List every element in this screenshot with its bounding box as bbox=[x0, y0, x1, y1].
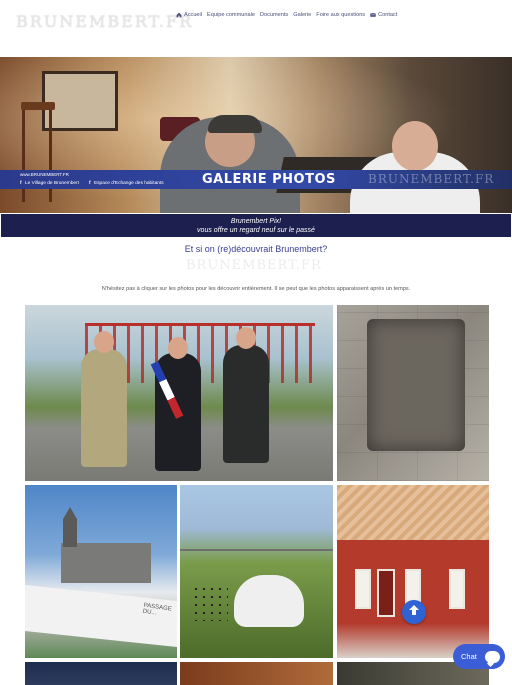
mail-icon bbox=[370, 12, 376, 18]
photo-horse bbox=[234, 575, 304, 627]
nav-item-label: Contact bbox=[378, 12, 398, 18]
photo-carving bbox=[367, 319, 465, 451]
gallery-photo-stone-carving[interactable] bbox=[337, 305, 489, 481]
gallery-photo-partial[interactable] bbox=[25, 662, 177, 685]
photo-berries bbox=[192, 585, 228, 621]
site-logo[interactable]: BRUNEMBERT.FR bbox=[16, 12, 193, 31]
scroll-to-top-button[interactable] bbox=[402, 600, 426, 624]
chat-button[interactable]: Chat bbox=[453, 644, 505, 669]
photo-window bbox=[355, 569, 371, 609]
facebook-links: f Le Village de Brunembert f Espace d'Ec… bbox=[20, 181, 164, 186]
nav-item-label: Foire aux questions bbox=[316, 12, 366, 18]
photo-church-spire bbox=[63, 507, 77, 547]
nav-item-label: Documents bbox=[259, 12, 289, 18]
gallery-photo-partial[interactable] bbox=[180, 662, 333, 685]
facebook-link-label: Espace d'Echange des habitants bbox=[93, 181, 164, 186]
caption-line-1: Brunembert Pix! bbox=[230, 218, 282, 225]
banner-caption: Brunembert Pix! vous offre un regard neu… bbox=[1, 214, 511, 237]
photo-person bbox=[81, 349, 127, 467]
banner-watermark: BRUNEMBERT.FR bbox=[368, 172, 495, 186]
nav-item-galerie[interactable]: Galerie bbox=[293, 12, 311, 18]
banner-photo-frame bbox=[42, 71, 118, 131]
main-nav: Accueil Equipe communale Documents Galer… bbox=[176, 12, 397, 18]
intro-heading: Et si on (re)découvrait Brunembert? bbox=[184, 244, 328, 254]
photo-door bbox=[377, 569, 395, 617]
facebook-link-echange[interactable]: f Espace d'Echange des habitants bbox=[89, 181, 164, 186]
photo-face bbox=[168, 337, 188, 359]
nav-item-documents[interactable]: Documents bbox=[260, 12, 288, 18]
photo-person bbox=[223, 345, 269, 463]
nav-item-contact[interactable]: Contact bbox=[370, 12, 397, 18]
gallery-photo-horse[interactable] bbox=[180, 485, 333, 658]
photo-face bbox=[94, 331, 114, 353]
facebook-link-label: Le Village de Brunembert bbox=[24, 181, 79, 186]
chat-label: Chat bbox=[461, 652, 477, 661]
photo-church bbox=[61, 543, 151, 583]
caption-line-2: vous offre un regard neuf sur le passé bbox=[197, 227, 315, 234]
facebook-icon: f bbox=[20, 181, 22, 186]
intro-watermark: BRUNEMBERT.FR bbox=[186, 258, 322, 273]
nav-item-label: Galerie bbox=[293, 12, 312, 18]
photo-roof bbox=[337, 485, 489, 540]
gallery-photo-officials[interactable] bbox=[25, 305, 333, 481]
photo-window bbox=[449, 569, 465, 609]
nav-item-faq[interactable]: Foire aux questions bbox=[316, 12, 365, 18]
banner-photo-cap bbox=[208, 115, 262, 133]
chat-bubble-icon bbox=[484, 650, 500, 663]
nav-item-equipe[interactable]: Equipe communale bbox=[207, 12, 255, 18]
hero-banner bbox=[0, 57, 512, 213]
intro-text: N'hésitez pas à cliquer sur les photos p… bbox=[101, 286, 411, 292]
photo-barbed-wire bbox=[180, 549, 333, 551]
nav-item-label: Accueil bbox=[184, 12, 203, 18]
arrow-up-icon bbox=[407, 603, 421, 622]
gallery-photo-house[interactable] bbox=[337, 485, 489, 658]
site-header: BRUNEMBERT.FR Accueil Equipe communale D… bbox=[0, 0, 512, 56]
page-title: GALERIE PHOTOS bbox=[202, 172, 336, 187]
photo-face bbox=[236, 327, 256, 349]
nav-item-label: Equipe communale bbox=[207, 12, 255, 18]
home-icon bbox=[176, 12, 182, 18]
nav-item-accueil[interactable]: Accueil bbox=[176, 12, 202, 18]
facebook-link-village[interactable]: f Le Village de Brunembert bbox=[20, 181, 79, 186]
banner-photo-head-right bbox=[392, 121, 438, 171]
banner-mini-logo: www.BRUNEMBERT.FR bbox=[20, 172, 69, 177]
facebook-icon: f bbox=[89, 181, 91, 186]
gallery-photo-church[interactable]: PASSAGE DU... bbox=[25, 485, 177, 658]
